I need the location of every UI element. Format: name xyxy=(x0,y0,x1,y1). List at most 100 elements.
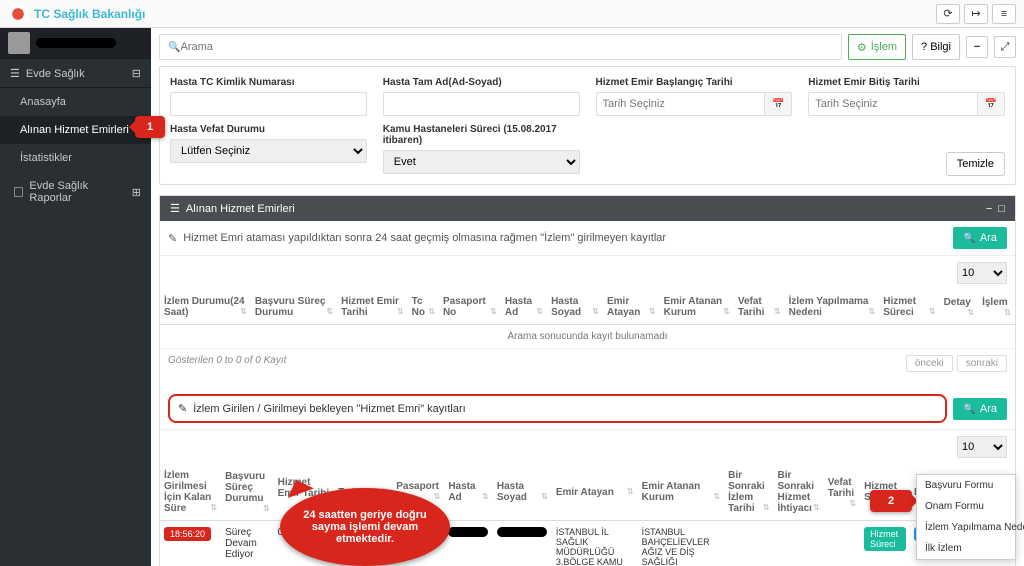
top-buttons xyxy=(936,4,1016,24)
col-header[interactable]: İzlem Yapılmama Nedeni⇅ xyxy=(785,290,880,325)
col-header[interactable]: Hasta Ad⇅ xyxy=(444,464,493,521)
field-vefat: Hasta Vefat Durumu Lütfen Seçiniz xyxy=(170,124,367,174)
dropdown-izlem-neden[interactable]: İzlem Yapılmama Nedeni xyxy=(917,517,1015,538)
label-baslangic: Hizmet Emir Başlangıç Tarihi xyxy=(596,77,793,88)
sidebar-section-header[interactable]: Evde Sağlık xyxy=(0,58,151,88)
highlighted-sub2: İzlem Girilen / Girilmeyi bekleyen "Hizm… xyxy=(168,394,947,423)
search-icon xyxy=(963,403,975,415)
col-header[interactable]: İzlem Durumu(24 Saat)⇅ xyxy=(160,290,251,325)
input-ad[interactable] xyxy=(383,92,580,116)
global-search[interactable] xyxy=(159,34,842,60)
annotation-marker-1: 1 xyxy=(135,116,165,138)
search-icon xyxy=(963,232,975,244)
shown-text: Gösterilen 0 to 0 of 0 Kayıt xyxy=(168,355,286,372)
col-header[interactable]: Emir Atayan⇅ xyxy=(603,290,660,325)
col-header[interactable]: Detay⇅ xyxy=(940,290,979,325)
col-header[interactable]: Vefat Tarihi⇅ xyxy=(734,290,785,325)
ara-button-1[interactable]: Ara xyxy=(953,227,1007,249)
select-vefat[interactable]: Lütfen Seçiniz xyxy=(170,139,367,163)
col-header[interactable]: Pasaport No⇅ xyxy=(439,290,501,325)
hamburger-button[interactable] xyxy=(992,4,1016,24)
ara-button-2[interactable]: Ara xyxy=(953,398,1007,420)
col-header[interactable]: Emir Atayan⇅ xyxy=(552,464,638,521)
panel-header: Alınan Hizmet Emirleri − □ xyxy=(160,196,1015,221)
page-size-select-1[interactable]: 10 xyxy=(957,262,1007,284)
islemler-dropdown: Başvuru Formu Onam Formu İzlem Yapılmama… xyxy=(916,474,1016,560)
user-row[interactable] xyxy=(0,28,151,58)
dropdown-onam[interactable]: Onam Formu xyxy=(917,496,1015,517)
col-header[interactable]: Başvuru Süreç Durumu⇅ xyxy=(251,290,337,325)
pager-1: önceki sonraki xyxy=(906,355,1007,372)
cell-durum: Süreç Devam Ediyor xyxy=(221,521,274,566)
col-header[interactable]: Başvuru Süreç Durumu⇅ xyxy=(221,464,274,521)
field-kamu: Kamu Hastaneleri Süreci (15.08.2017 itib… xyxy=(383,124,580,174)
search-icon xyxy=(168,41,180,53)
cell-kurum: İSTANBUL BAHÇELİEVLER AĞIZ VE DİŞ SAĞLIĞ… xyxy=(638,521,725,566)
gear-icon xyxy=(857,41,867,54)
col-header[interactable]: Hasta Soyad⇅ xyxy=(547,290,603,325)
col-header[interactable]: Emir Atanan Kurum⇅ xyxy=(660,290,734,325)
logo-area: TC Sağlık Bakanlığı xyxy=(8,4,145,24)
annotation-callout: 24 saatten geriye doğru sayma işlemi dev… xyxy=(280,488,450,566)
panel-title: Alınan Hizmet Emirleri xyxy=(186,203,295,215)
col-header[interactable]: Emir Atanan Kurum⇅ xyxy=(638,464,725,521)
sub1-label: Hizmet Emri ataması yapıldıktan sonra 24… xyxy=(183,232,666,244)
label-vefat: Hasta Vefat Durumu xyxy=(170,124,367,135)
dropdown-ilk-izlem[interactable]: İlk İzlem xyxy=(917,538,1015,559)
prev-button[interactable]: önceki xyxy=(906,355,953,372)
logout-button[interactable] xyxy=(964,4,988,24)
refresh-button[interactable] xyxy=(936,4,960,24)
sidebar-item-istatistikler[interactable]: İstatistikler xyxy=(0,144,151,172)
time-badge: 18:56:20 xyxy=(164,527,211,541)
col-header[interactable]: Bir Sonraki İzlem Tarihi⇅ xyxy=(724,464,773,521)
col-header[interactable]: Hizmet Süreci⇅ xyxy=(879,290,939,325)
col-header[interactable]: İşlem⇅ xyxy=(978,290,1015,325)
logo-icon xyxy=(8,4,28,24)
col-header[interactable]: Hasta Ad⇅ xyxy=(501,290,547,325)
label-kamu: Kamu Hastaneleri Süreci (15.08.2017 itib… xyxy=(383,124,580,146)
search-input[interactable] xyxy=(180,41,832,53)
select-kamu[interactable]: Evet xyxy=(383,150,580,174)
sub-head-2: İzlem Girilen / Girilmeyi bekleyen "Hizm… xyxy=(160,388,1015,430)
expand-button[interactable] xyxy=(994,36,1016,58)
annotation-marker-2: 2 xyxy=(870,490,912,512)
field-ad: Hasta Tam Ad(Ad-Soyad) xyxy=(383,77,580,116)
hizmet-sureci-button[interactable]: Hizmet Süreci xyxy=(864,527,906,551)
page-size-select-2[interactable]: 10 xyxy=(957,436,1007,458)
col-header[interactable]: Vefat Tarihi⇅ xyxy=(824,464,860,521)
temizle-button[interactable]: Temizle xyxy=(946,152,1005,176)
search-row: İşlem ? Bilgi xyxy=(159,34,1016,60)
redacted xyxy=(497,527,547,537)
col-header[interactable]: Hizmet Emir Tarihi⇅ xyxy=(337,290,408,325)
redacted xyxy=(448,527,488,537)
sidebar-item-anasayfa[interactable]: Anasayfa xyxy=(0,88,151,116)
col-header[interactable]: Hasta Soyad⇅ xyxy=(493,464,552,521)
sub-head-1: Hizmet Emri ataması yapıldıktan sonra 24… xyxy=(160,221,1015,256)
label-tc: Hasta TC Kimlik Numarası xyxy=(170,77,367,88)
sidebar-item-raporlar[interactable]: Evde Sağlık Raporlar ⊞ xyxy=(0,172,151,212)
label-ad: Hasta Tam Ad(Ad-Soyad) xyxy=(383,77,580,88)
topbar: TC Sağlık Bakanlığı xyxy=(0,0,1024,28)
minimize-button[interactable] xyxy=(966,36,988,58)
sidebar: Evde Sağlık Anasayfa Alınan Hizmet Emirl… xyxy=(0,28,151,566)
panel-max-icon[interactable]: □ xyxy=(998,203,1005,215)
page-size-1: 10 xyxy=(160,256,1015,290)
col-header[interactable]: Tc No⇅ xyxy=(408,290,439,325)
input-tc[interactable] xyxy=(170,92,367,116)
col-header[interactable]: İzlem Girilmesi İçin Kalan Süre⇅ xyxy=(160,464,221,521)
collapse-icon[interactable] xyxy=(132,67,141,80)
no-result-text: Arama sonucunda kayıt bulunamadı xyxy=(160,325,1015,349)
next-button[interactable]: sonraki xyxy=(957,355,1007,372)
panel-min-icon[interactable]: − xyxy=(986,203,992,215)
input-bitis[interactable] xyxy=(808,92,977,116)
islem-button[interactable]: İşlem xyxy=(848,34,906,60)
dropdown-basvuru[interactable]: Başvuru Formu xyxy=(917,475,1015,496)
bilgi-button[interactable]: ? Bilgi xyxy=(912,34,960,60)
box-icon xyxy=(14,187,23,197)
avatar xyxy=(8,32,30,54)
calendar-icon[interactable] xyxy=(977,92,1005,116)
input-baslangic[interactable] xyxy=(596,92,765,116)
col-header[interactable]: Bir Sonraki Hizmet İhtiyacı⇅ xyxy=(773,464,823,521)
field-tc: Hasta TC Kimlik Numarası xyxy=(170,77,367,116)
calendar-icon[interactable] xyxy=(764,92,792,116)
